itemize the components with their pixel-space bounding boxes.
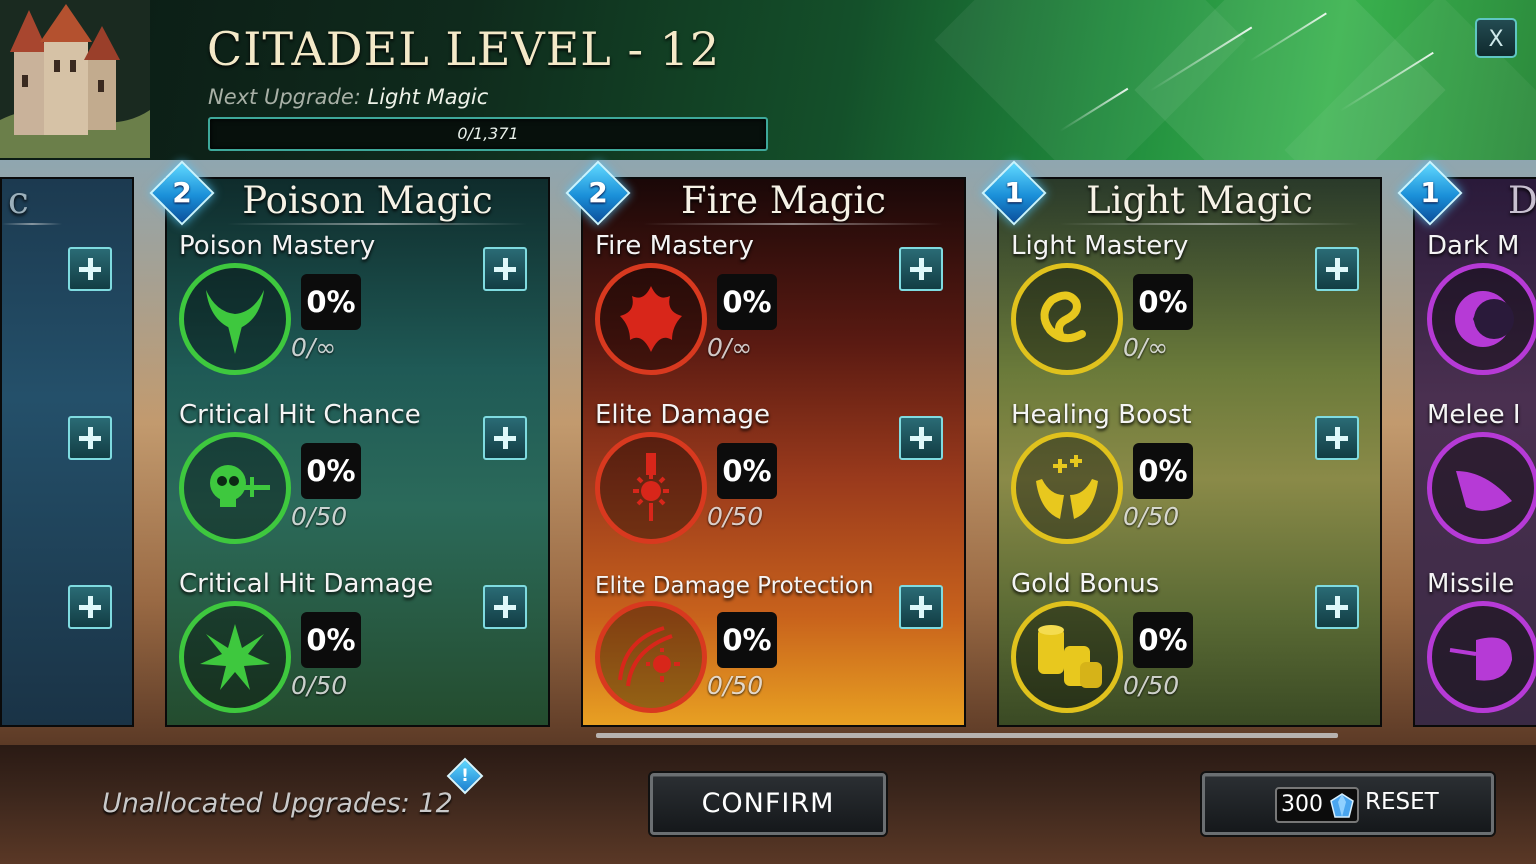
medal-sun-icon xyxy=(595,432,707,544)
stat-percent: 0% xyxy=(1133,443,1193,499)
healing-hands-icon xyxy=(1011,432,1123,544)
add-point-button[interactable] xyxy=(68,247,112,291)
stat-name: Gold Bonus xyxy=(1011,569,1160,599)
add-point-button[interactable] xyxy=(483,247,527,291)
gem-icon xyxy=(1330,793,1354,818)
progress-text: 0/1,371 xyxy=(457,124,519,143)
stat-percent: 0% xyxy=(301,612,361,668)
stat-name: Melee I xyxy=(1427,400,1521,430)
horizontal-scrollbar[interactable] xyxy=(596,733,1338,738)
close-button[interactable]: X xyxy=(1475,18,1517,58)
panel-title: Poison Magic xyxy=(242,179,493,222)
confirm-button[interactable]: CONFIRM xyxy=(650,773,886,835)
stat-name: Healing Boost xyxy=(1011,400,1192,430)
header: CITADEL LEVEL - 12 Next Upgrade: Light M… xyxy=(0,0,1536,160)
stat-count: 0/50 xyxy=(291,671,348,700)
stat-count: 0/∞ xyxy=(707,333,753,362)
stat-percent: 0% xyxy=(717,443,777,499)
add-point-button[interactable] xyxy=(68,416,112,460)
stat-count: 0/50 xyxy=(1123,671,1180,700)
gold-coins-icon xyxy=(1011,601,1123,713)
stat-count: 0/∞ xyxy=(291,333,337,362)
title-underline xyxy=(227,223,527,225)
stat-percent: 0% xyxy=(717,612,777,668)
stat-percent: 0% xyxy=(301,443,361,499)
stat-name: Poison Mastery xyxy=(179,231,376,261)
next-upgrade: Next Upgrade: Light Magic xyxy=(208,85,488,109)
stat-partial: Dark M xyxy=(1415,231,1536,401)
next-upgrade-value: Light Magic xyxy=(367,85,489,109)
shield-sun-icon xyxy=(595,601,707,713)
points-badge-number: 2 xyxy=(172,176,192,209)
add-point-button[interactable] xyxy=(899,247,943,291)
castle-icon xyxy=(0,0,150,158)
poison-horns-icon xyxy=(179,263,291,375)
panel-fire-magic: Fire Magic Fire Mastery 0% 0/∞ Elite Dam… xyxy=(581,177,966,727)
upgrade-progress-bar: 0/1,371 xyxy=(208,117,768,151)
swirl-icon xyxy=(1011,263,1123,375)
add-point-button[interactable] xyxy=(899,585,943,629)
title-underline xyxy=(1059,223,1359,225)
stat-name: Elite Damage xyxy=(595,400,771,430)
skull-dagger-icon xyxy=(179,432,291,544)
stat-count: 0/50 xyxy=(291,502,348,531)
reset-label: RESET xyxy=(1365,789,1439,815)
stat-percent: 0% xyxy=(1133,274,1193,330)
flame-icon xyxy=(595,263,707,375)
claw-icon xyxy=(1427,432,1536,544)
points-badge-number: 2 xyxy=(588,176,608,209)
page-title: CITADEL LEVEL - 12 xyxy=(207,22,721,76)
panel-title: Fire Magic xyxy=(680,179,887,222)
stat-name: Light Mastery xyxy=(1011,231,1189,261)
moon-icon xyxy=(1427,263,1536,375)
stat-percent: 0% xyxy=(1133,612,1193,668)
panel-light-magic: Light Magic Light Mastery 0% 0/∞ Healing… xyxy=(997,177,1382,727)
panel-title: Light Magic xyxy=(1086,179,1313,222)
title-underline xyxy=(2,223,62,225)
stat-count: 0/50 xyxy=(707,502,764,531)
add-point-button[interactable] xyxy=(1315,416,1359,460)
panel-partial-left: c xyxy=(0,177,134,727)
points-badge-number: 1 xyxy=(1420,176,1440,209)
stat-partial: Melee I xyxy=(1415,400,1536,570)
stat-name: Missile xyxy=(1427,569,1515,599)
stat-name: Fire Mastery xyxy=(595,231,754,261)
stat-name: Critical Hit Chance xyxy=(179,400,421,430)
reset-button[interactable]: 300 RESET xyxy=(1202,773,1494,835)
stat-percent: 0% xyxy=(301,274,361,330)
stat-percent: 0% xyxy=(717,274,777,330)
burst-icon xyxy=(179,601,291,713)
add-point-button[interactable] xyxy=(899,416,943,460)
add-point-button[interactable] xyxy=(1315,247,1359,291)
panel-title: c xyxy=(8,179,29,222)
arrow-shield-icon xyxy=(1427,601,1536,713)
title-underline xyxy=(643,223,943,225)
stat-name: Dark M xyxy=(1427,231,1520,261)
add-point-button[interactable] xyxy=(68,585,112,629)
stat-count: 0/50 xyxy=(707,671,764,700)
panel-poison-magic: Poison Magic Poison Mastery 0% 0/∞ Criti… xyxy=(165,177,550,727)
alert-mark: ! xyxy=(461,766,469,786)
unallocated-upgrades: Unallocated Upgrades: 12 xyxy=(102,788,453,819)
stat-name: Elite Damage Protection xyxy=(595,573,874,599)
add-point-button[interactable] xyxy=(483,585,527,629)
add-point-button[interactable] xyxy=(1315,585,1359,629)
stat-count: 0/∞ xyxy=(1123,333,1169,362)
stat-count: 0/50 xyxy=(1123,502,1180,531)
panel-title: D xyxy=(1508,179,1536,222)
stat-name: Critical Hit Damage xyxy=(179,569,434,599)
points-badge-number: 1 xyxy=(1004,176,1024,209)
panel-partial-dark: D Dark M Melee I Missile xyxy=(1413,177,1536,727)
add-point-button[interactable] xyxy=(483,416,527,460)
stat-partial: Missile xyxy=(1415,569,1536,725)
next-upgrade-label: Next Upgrade: xyxy=(208,85,361,109)
